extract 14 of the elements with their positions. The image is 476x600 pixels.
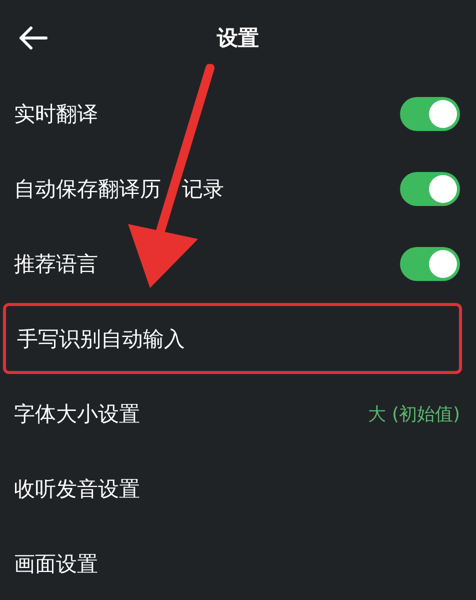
toggle-switch[interactable] [400,96,460,130]
setting-label[interactable]: 自动保存翻译历 [14,174,161,202]
setting-label[interactable]: 手写识别自动输入 [17,324,185,352]
setting-value: 大 (初始值) [368,402,460,426]
setting-label[interactable]: 收听发音设置 [14,474,140,502]
setting-label[interactable]: 字体大小设置 [14,400,140,428]
page-title: 设置 [217,25,259,52]
setting-label[interactable]: 画面设置 [14,550,98,578]
toggle-switch[interactable] [400,246,460,280]
back-icon[interactable] [18,26,48,50]
setting-label[interactable]: 推荐语言 [14,250,98,278]
setting-label[interactable]: 实时翻译 [14,100,98,128]
toggle-switch[interactable] [400,172,460,206]
setting-label[interactable]: 记录 [182,174,224,202]
